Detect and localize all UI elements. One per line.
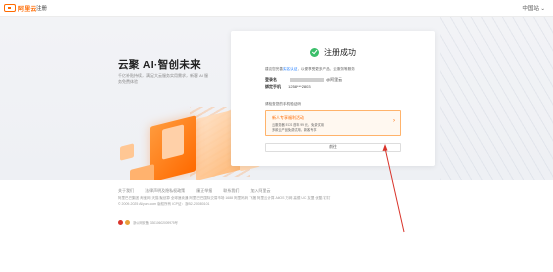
logo-text: 阿里云 (18, 6, 37, 13)
account-value-masked (290, 78, 325, 82)
account-suffix: @阿里云 (326, 77, 343, 82)
footer-links: 关于我们 法律声明及隐私权政策 廉正举报 联系我们 加入阿里云 (118, 188, 281, 194)
page-title: 注册 (36, 6, 48, 12)
police-badge-icon (118, 220, 123, 225)
account-row: 登录名 @阿里云 (265, 77, 342, 83)
success-title: 注册成功 (324, 47, 356, 57)
hero-subtitle-2: 务免费体验 (118, 79, 138, 84)
check-circle-icon (310, 47, 319, 57)
realname-note: 建议您完善实名认证，以便享受更多产品、云服务等服务 (265, 67, 355, 72)
footer-link[interactable]: 法律声明及隐私权政策 (145, 188, 185, 193)
footer-link[interactable]: 廉正举报 (196, 188, 212, 193)
note-text: 建议您完善 (265, 67, 283, 71)
promo-title: 新人专享福利活动 (272, 115, 304, 120)
footer-partner-links[interactable]: 阿里巴巴集团 淘宝网 天猫 聚划算 全球速卖通 阿里巴巴国际交易市场 1688 … (118, 196, 330, 201)
go-button[interactable]: 前往 (265, 143, 401, 152)
chevron-right-icon: › (393, 118, 395, 124)
hero-title: 云聚 AI·智创未来 (118, 59, 201, 71)
success-header: 注册成功 (231, 46, 435, 58)
footer-link[interactable]: 联系我们 (223, 188, 239, 193)
aliyun-logo-icon (4, 4, 16, 12)
phone-row: 绑定手机 1258***2803 (265, 84, 311, 90)
license-badge-icon (125, 220, 130, 225)
language-label: 中国站 (522, 6, 539, 12)
aliyun-logo[interactable]: 阿里云 (4, 3, 37, 13)
registration-success-card: 注册成功 建议您完善实名认证，以便享受更多产品、云服务等服务 登录名 @阿里云 … (231, 31, 435, 166)
realname-link[interactable]: 实名认证 (283, 67, 297, 71)
account-label: 登录名 (265, 77, 277, 82)
beian-text[interactable]: 浙公网安备 33010602009975号 (133, 220, 178, 225)
language-selector[interactable]: 中国站 ⌄ (522, 4, 545, 12)
promo-line: 多款云产品免费试用，新客专享 (272, 128, 317, 132)
phone-label: 绑定手机 (265, 84, 281, 89)
decorative-pattern (440, 17, 553, 180)
footer-link[interactable]: 关于我们 (118, 188, 134, 193)
footer-link[interactable]: 加入阿里云 (251, 188, 271, 193)
footer: 关于我们 法律声明及隐私权政策 廉正举报 联系我们 加入阿里云 阿里巴巴集团 淘… (0, 180, 553, 272)
decorative-cube-face (162, 124, 184, 160)
note-text-suffix: ，以便享受更多产品、云服务等服务 (297, 67, 355, 71)
verification-hint: 请检查您的手机验证码 (265, 102, 301, 106)
top-navbar: 阿里云 注册 中国站 ⌄ (0, 0, 553, 17)
decorative-cube (120, 143, 134, 161)
beian-info: 浙公网安备 33010602009975号 (118, 220, 178, 225)
promo-box[interactable]: 新人专享福利活动 云服务器 ECS 首年 99 元，免费试用 多款云产品免费试用… (265, 110, 401, 136)
phone-value: 1258***2803 (288, 84, 311, 89)
decorative-cube (130, 164, 154, 180)
footer-copyright: © 2009-2025 Aliyun.com 版权所有 ICP证：浙B2-200… (118, 202, 210, 206)
